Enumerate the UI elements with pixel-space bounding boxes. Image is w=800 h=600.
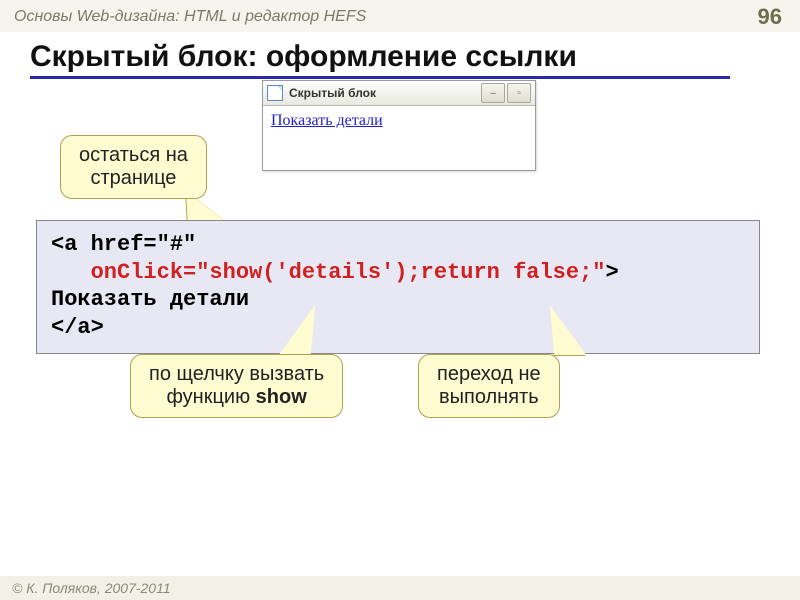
code-line: <a href="#" — [51, 232, 196, 257]
tab-title: Скрытый блок — [289, 86, 481, 100]
slide-footer: © К. Поляков, 2007-2011 — [0, 576, 800, 600]
callout-text: остаться на — [79, 144, 188, 166]
code-indent — [51, 260, 91, 285]
callout-stay-on-page: остаться на странице — [60, 135, 207, 199]
browser-body: Показать детали — [263, 106, 535, 170]
code-line: Показать детали — [51, 287, 249, 312]
code-line: </a> — [51, 315, 104, 340]
callout-text-bold: show — [256, 386, 307, 408]
callout-onclick-show: по щелчку вызвать функцию show — [130, 354, 343, 418]
callout-text: переход не — [437, 363, 541, 385]
slide-title: Скрытый блок: оформление ссылки — [30, 40, 730, 79]
callout-text: по щелчку вызвать — [149, 363, 324, 385]
maximize-icon[interactable]: ▫ — [507, 83, 531, 103]
page-number: 96 — [758, 4, 782, 30]
callout-text: странице — [90, 167, 176, 189]
code-block: <a href="#" onClick="show('details');ret… — [36, 220, 760, 354]
minimize-icon[interactable]: – — [481, 83, 505, 103]
slide-header: Основы Web-дизайна: HTML и редактор HEFS… — [0, 0, 800, 32]
callout-no-navigation: переход не выполнять — [418, 354, 560, 418]
browser-titlebar: Скрытый блок – ▫ — [263, 81, 535, 106]
page-icon — [267, 85, 283, 101]
callout-text: выполнять — [439, 386, 539, 408]
code-onclick: onClick="show('details');return false;" — [91, 260, 606, 285]
browser-window: Скрытый блок – ▫ Показать детали — [262, 80, 536, 171]
course-title: Основы Web-дизайна: HTML и редактор HEFS — [14, 8, 366, 26]
details-link[interactable]: Показать детали — [271, 112, 383, 129]
callout-text: функцию — [166, 386, 255, 408]
code-line: > — [606, 260, 619, 285]
